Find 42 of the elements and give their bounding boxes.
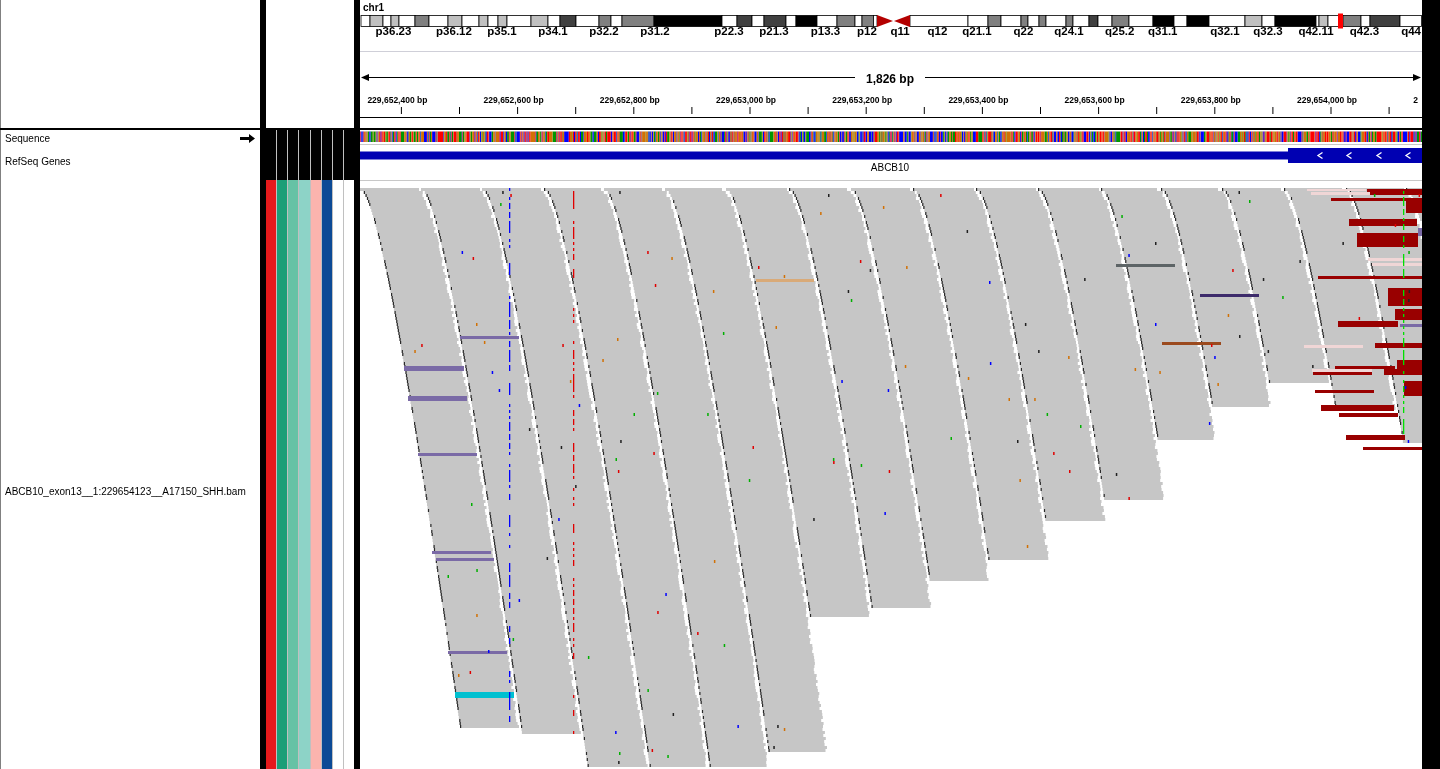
- gene-label: ABCB10: [870, 162, 910, 173]
- band-label: q32.1: [1210, 25, 1240, 37]
- arrow-icon[interactable]: [240, 134, 255, 143]
- band-label: p35.1: [487, 25, 517, 37]
- chromosome-label: chr1: [363, 2, 385, 13]
- band-label: p21.3: [759, 25, 789, 37]
- band-label: q24.1: [1054, 25, 1084, 37]
- band-label: q42.11: [1298, 25, 1334, 37]
- band-label: p32.2: [589, 25, 619, 37]
- band-label: q21.1: [962, 25, 992, 37]
- band-label: p34.1: [538, 25, 568, 37]
- band-label: q42.3: [1349, 25, 1380, 37]
- current-region-marker: [1338, 13, 1343, 29]
- position-label: 229,653,800 bp: [1180, 95, 1241, 105]
- position-label: 229,653,000 bp: [716, 95, 776, 105]
- position-label: 229,654,000 bp: [1297, 95, 1357, 105]
- band-label: q32.3: [1253, 25, 1283, 37]
- track-name: Sequence: [5, 133, 51, 145]
- position-label: 2: [1413, 95, 1418, 105]
- band-label: q11: [890, 25, 910, 37]
- band-label: p31.2: [640, 25, 670, 37]
- gene-feature[interactable]: [360, 148, 1422, 163]
- band-label: p13.3: [810, 25, 841, 37]
- track-name: ABCB10_exon13__1:229654123__A17150_SHH.bam: [5, 486, 246, 498]
- position-label: 229,652,600 bp: [483, 95, 544, 105]
- track-name: RefSeq Genes: [5, 156, 71, 168]
- position-label: 229,652,400 bp: [367, 95, 428, 105]
- band-label: q44: [1401, 25, 1421, 37]
- span-label: 1,826 bp: [866, 72, 914, 86]
- position-label: 229,653,200 bp: [832, 95, 893, 105]
- band-label: p12: [857, 25, 877, 37]
- position-label: 229,653,400 bp: [948, 95, 1009, 105]
- band-label: q31.1: [1148, 25, 1178, 37]
- position-label: 229,653,600 bp: [1064, 95, 1125, 105]
- band-label: p22.3: [714, 25, 744, 37]
- band-label: q12: [927, 25, 948, 37]
- chromosome-ideogram[interactable]: [360, 15, 1422, 27]
- band-label: q22: [1013, 25, 1034, 37]
- band-label: q25.2: [1105, 25, 1135, 37]
- position-label: 229,652,800 bp: [599, 95, 660, 105]
- band-label: p36.23: [375, 25, 412, 37]
- band-label: p36.12: [436, 25, 472, 37]
